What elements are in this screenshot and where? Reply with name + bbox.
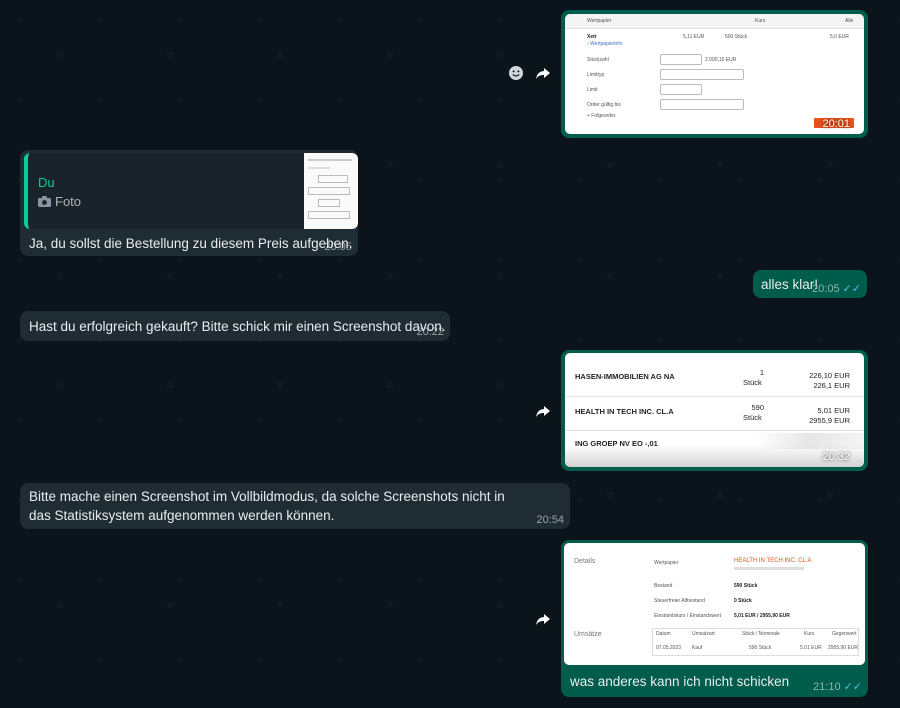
message-time: 20:22 bbox=[416, 326, 444, 338]
outgoing-image-message[interactable]: HASEN-IMMOBILIEN AG NA 1 Stück 226,10 EU… bbox=[561, 350, 868, 471]
forward-icon bbox=[536, 406, 550, 417]
einstand-value: 5,01 EUR / 2955,90 EUR bbox=[734, 613, 790, 619]
wp-value: HEALTH IN TECH INC. CL.A bbox=[734, 558, 812, 564]
stock-qty: 590 bbox=[751, 403, 764, 412]
depot-details-screenshot[interactable]: Details Wertpapier HEALTH IN TECH INC. C… bbox=[564, 543, 865, 665]
bestand-value: 590 Stück bbox=[734, 583, 758, 589]
stock-qty: 1 bbox=[759, 368, 764, 377]
stock-unit: Stück bbox=[743, 378, 762, 387]
portfolio-screenshot[interactable]: HASEN-IMMOBILIEN AG NA 1 Stück 226,10 EU… bbox=[565, 353, 864, 467]
steuer-label: Steuerfreier Altbestand bbox=[654, 598, 705, 604]
incoming-reply-message[interactable]: Du Foto Ja, du sollst die Bestellung zu … bbox=[20, 150, 358, 256]
table-cell: 590 Stück bbox=[749, 645, 772, 651]
message-time: 20:01 bbox=[822, 118, 850, 130]
forward-button[interactable] bbox=[530, 606, 556, 632]
outgoing-image-caption-message[interactable]: Details Wertpapier HEALTH IN TECH INC. C… bbox=[561, 540, 868, 697]
table-header: Gegenwert bbox=[832, 631, 857, 637]
details-label: Details bbox=[574, 558, 596, 565]
read-ticks-icon: ✓✓ bbox=[843, 681, 862, 693]
outgoing-image-message[interactable]: Wertpapier Kurs Alle Xetr › Wertpapierin… bbox=[561, 10, 868, 138]
table-header: Kurs bbox=[804, 631, 815, 637]
wp-label: Wertpapier bbox=[654, 560, 679, 566]
incoming-text-message[interactable]: Hast du erfolgreich gekauft? Bitte schic… bbox=[20, 311, 450, 341]
message-text: alles klar! bbox=[761, 277, 819, 292]
table-header: Stück / Nominale bbox=[742, 631, 780, 637]
trade-order-screenshot[interactable]: Wertpapier Kurs Alle Xetr › Wertpapierin… bbox=[565, 14, 864, 134]
message-time: 21:10 bbox=[813, 681, 841, 693]
camera-icon bbox=[38, 196, 51, 207]
stock-price: 5,01 EUR bbox=[817, 406, 850, 415]
table-cell: 07.05.2023 bbox=[656, 645, 682, 651]
outgoing-text-message[interactable]: alles klar! 20:05 ✓✓ bbox=[753, 270, 867, 298]
message-time: 20:54 bbox=[536, 514, 564, 526]
table-header: Umsatzart bbox=[692, 631, 715, 637]
forward-icon bbox=[536, 614, 550, 625]
stock-name: HASEN-IMMOBILIEN AG NA bbox=[575, 372, 675, 381]
stock-name: HEALTH IN TECH INC. CL.A bbox=[575, 407, 674, 416]
steuer-value: 0 Stück bbox=[734, 598, 752, 604]
stock-price: 226,10 EUR bbox=[809, 371, 850, 380]
table-cell: 5,01 EUR bbox=[800, 645, 822, 651]
message-text: Bitte mache einen Screenshot im Vollbild… bbox=[29, 489, 505, 523]
incoming-text-message[interactable]: Bitte mache einen Screenshot im Vollbild… bbox=[20, 483, 570, 529]
message-time: 20:05 bbox=[812, 283, 840, 295]
emoji-reaction-button[interactable] bbox=[505, 62, 527, 84]
message-caption: was anderes kann ich nicht schicken bbox=[570, 674, 790, 689]
quote-author: Du bbox=[38, 175, 55, 190]
einstand-label: Einstandskurs / Einstandswert bbox=[654, 613, 721, 619]
stock-total: 226,1 EUR bbox=[813, 381, 850, 390]
message-text: Ja, du sollst die Bestellung zu diesem P… bbox=[29, 236, 353, 251]
forward-icon bbox=[536, 68, 550, 79]
table-header: Datum bbox=[656, 631, 671, 637]
forward-button[interactable] bbox=[530, 398, 556, 424]
stock-total: 2955,9 EUR bbox=[809, 416, 850, 425]
table-cell: Kauf bbox=[692, 645, 703, 651]
forward-button[interactable] bbox=[530, 60, 556, 86]
table-cell: 2955,90 EUR bbox=[828, 645, 859, 651]
smiley-icon bbox=[509, 66, 523, 80]
message-time: 20:32 bbox=[822, 451, 850, 463]
stock-unit: Stück bbox=[743, 413, 762, 422]
message-time: 20:05 bbox=[324, 241, 352, 253]
message-text: Hast du erfolgreich gekauft? Bitte schic… bbox=[29, 319, 446, 334]
quote-label: Foto bbox=[55, 194, 82, 209]
read-ticks-icon: ✓✓ bbox=[842, 283, 861, 295]
quoted-message[interactable]: Du Foto bbox=[24, 153, 358, 229]
bestand-label: Bestand bbox=[654, 583, 673, 589]
quote-thumbnail bbox=[304, 153, 358, 229]
umsaetze-label: Umsätze bbox=[574, 631, 602, 638]
